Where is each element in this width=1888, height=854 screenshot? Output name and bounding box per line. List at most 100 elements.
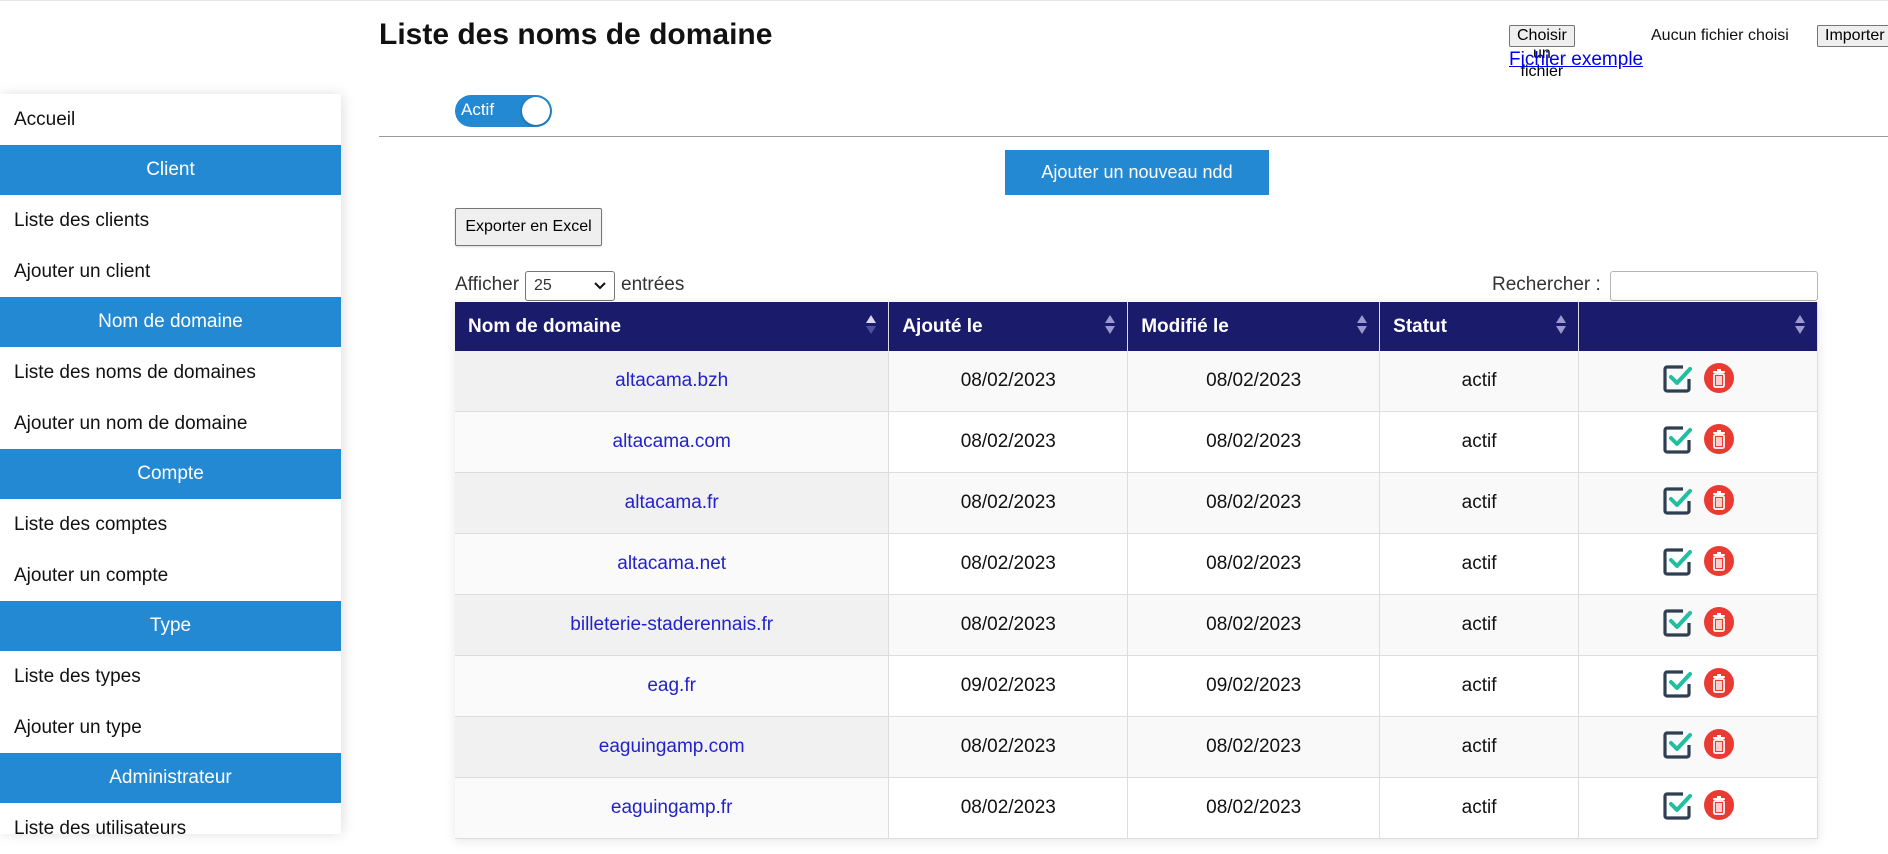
domain-link[interactable]: billeterie-staderennais.fr bbox=[570, 614, 773, 635]
trash-icon[interactable] bbox=[1704, 668, 1735, 704]
sidebar-section-header: Client bbox=[0, 145, 341, 195]
cell-status: actif bbox=[1379, 351, 1580, 412]
domain-link[interactable]: eaguingamp.com bbox=[599, 736, 745, 757]
check-square-icon[interactable] bbox=[1662, 607, 1693, 643]
sidebar-link[interactable]: Liste des clients bbox=[0, 195, 341, 246]
trash-icon[interactable] bbox=[1704, 729, 1735, 765]
trash-icon[interactable] bbox=[1704, 790, 1735, 826]
sidebar-link[interactable]: Ajouter un client bbox=[0, 246, 341, 297]
domains-table: Nom de domaine Ajouté le Modifié le Stat… bbox=[455, 302, 1818, 839]
domain-link[interactable]: altacama.bzh bbox=[615, 370, 728, 391]
divider bbox=[379, 136, 1888, 137]
column-header-label: Modifié le bbox=[1141, 315, 1229, 337]
sidebar-section-header: Type bbox=[0, 601, 341, 651]
table-row: altacama.com 08/02/2023 08/02/2023 actif bbox=[455, 411, 1818, 473]
cell-added: 08/02/2023 bbox=[888, 777, 1129, 839]
toggle-label: Actif bbox=[461, 100, 495, 119]
domain-link[interactable]: eag.fr bbox=[647, 675, 696, 696]
add-domain-button[interactable]: Ajouter un nouveau ndd bbox=[1005, 150, 1269, 195]
import-button[interactable]: Importer bbox=[1817, 25, 1888, 47]
trash-icon[interactable] bbox=[1704, 485, 1735, 521]
sidebar-section-header: Compte bbox=[0, 449, 341, 499]
domain-link[interactable]: altacama.fr bbox=[625, 492, 719, 513]
sort-icon bbox=[1357, 312, 1368, 338]
column-header-actions[interactable] bbox=[1578, 302, 1818, 351]
domain-link[interactable]: eaguingamp.fr bbox=[611, 797, 732, 818]
sort-icon bbox=[1795, 312, 1805, 338]
check-square-icon[interactable] bbox=[1662, 790, 1693, 826]
cell-actions bbox=[1578, 351, 1818, 412]
cell-modified: 09/02/2023 bbox=[1127, 655, 1381, 717]
sidebar-link[interactable]: Accueil bbox=[0, 94, 341, 145]
sidebar-link[interactable]: Ajouter un nom de domaine bbox=[0, 398, 341, 449]
export-excel-button[interactable]: Exporter en Excel bbox=[455, 208, 602, 246]
cell-actions bbox=[1578, 472, 1818, 534]
cell-domain: altacama.com bbox=[455, 411, 890, 473]
top-border bbox=[0, 0, 1888, 1]
cell-added: 08/02/2023 bbox=[888, 716, 1129, 778]
sidebar-link[interactable]: Liste des comptes bbox=[0, 499, 341, 550]
column-header-domain[interactable]: Nom de domaine bbox=[455, 302, 890, 351]
entries-value: 25 bbox=[534, 277, 552, 294]
example-file-link[interactable]: Fichier exemple bbox=[1509, 49, 1643, 71]
cell-domain: altacama.bzh bbox=[455, 351, 890, 412]
cell-actions bbox=[1578, 777, 1818, 839]
cell-status: actif bbox=[1379, 594, 1580, 656]
column-header-added[interactable]: Ajouté le bbox=[888, 302, 1129, 351]
check-square-icon[interactable] bbox=[1662, 668, 1693, 704]
cell-added: 08/02/2023 bbox=[888, 533, 1129, 595]
active-toggle[interactable]: Actif bbox=[455, 95, 552, 127]
choose-file-button[interactable]: Choisir un fichier bbox=[1509, 25, 1575, 80]
table-row: altacama.bzh 08/02/2023 08/02/2023 actif bbox=[455, 351, 1818, 412]
cell-modified: 08/02/2023 bbox=[1127, 351, 1381, 412]
trash-icon[interactable] bbox=[1704, 546, 1735, 582]
file-status: Aucun fichier choisi bbox=[1651, 27, 1789, 44]
sidebar-link[interactable]: Ajouter un type bbox=[0, 702, 341, 753]
cell-modified: 08/02/2023 bbox=[1127, 533, 1381, 595]
domain-link[interactable]: altacama.com bbox=[613, 431, 731, 452]
entries-prefix: Afficher bbox=[455, 274, 520, 295]
search-input[interactable] bbox=[1610, 271, 1818, 301]
cell-added: 09/02/2023 bbox=[888, 655, 1129, 717]
trash-icon[interactable] bbox=[1704, 363, 1735, 399]
sidebar-link[interactable]: Liste des utilisateurs bbox=[0, 803, 341, 854]
cell-status: actif bbox=[1379, 472, 1580, 534]
cell-modified: 08/02/2023 bbox=[1127, 716, 1381, 778]
table-row: eag.fr 09/02/2023 09/02/2023 actif bbox=[455, 655, 1818, 717]
table-row: altacama.fr 08/02/2023 08/02/2023 actif bbox=[455, 472, 1818, 534]
table-header-row: Nom de domaine Ajouté le Modifié le Stat… bbox=[455, 302, 1818, 351]
cell-actions bbox=[1578, 411, 1818, 473]
table-row: billeterie-staderennais.fr 08/02/2023 08/0… bbox=[455, 594, 1818, 656]
cell-domain: billeterie-staderennais.fr bbox=[455, 594, 890, 656]
cell-domain: altacama.fr bbox=[455, 472, 890, 534]
trash-icon[interactable] bbox=[1704, 607, 1735, 643]
page-title: Liste des noms de domaine bbox=[379, 18, 773, 51]
table-body: altacama.bzh 08/02/2023 08/02/2023 actif alt… bbox=[455, 351, 1818, 839]
table-row: eaguingamp.fr 08/02/2023 08/02/2023 actif bbox=[455, 777, 1818, 839]
cell-status: actif bbox=[1379, 716, 1580, 778]
cell-domain: eaguingamp.fr bbox=[455, 777, 890, 839]
check-square-icon[interactable] bbox=[1662, 729, 1693, 765]
column-header-label: Statut bbox=[1393, 315, 1447, 337]
trash-icon[interactable] bbox=[1704, 424, 1735, 460]
search-label: Rechercher : bbox=[1492, 274, 1601, 295]
entries-select[interactable]: 25 bbox=[525, 271, 615, 301]
sidebar-link[interactable]: Liste des noms de domaines bbox=[0, 347, 341, 398]
check-square-icon[interactable] bbox=[1662, 485, 1693, 521]
check-square-icon[interactable] bbox=[1662, 424, 1693, 460]
column-header-status[interactable]: Statut bbox=[1379, 302, 1580, 351]
sidebar-section-header: Administrateur bbox=[0, 753, 341, 803]
sidebar-link[interactable]: Liste des types bbox=[0, 651, 341, 702]
cell-domain: eaguingamp.com bbox=[455, 716, 890, 778]
cell-modified: 08/02/2023 bbox=[1127, 594, 1381, 656]
column-header-modified[interactable]: Modifié le bbox=[1127, 302, 1381, 351]
sort-icon bbox=[866, 312, 877, 338]
cell-modified: 08/02/2023 bbox=[1127, 777, 1381, 839]
sidebar-link[interactable]: Ajouter un compte bbox=[0, 550, 341, 601]
sidebar-section-header: Nom de domaine bbox=[0, 297, 341, 347]
check-square-icon[interactable] bbox=[1662, 546, 1693, 582]
cell-status: actif bbox=[1379, 777, 1580, 839]
cell-added: 08/02/2023 bbox=[888, 351, 1129, 412]
check-square-icon[interactable] bbox=[1662, 363, 1693, 399]
domain-link[interactable]: altacama.net bbox=[617, 553, 726, 574]
